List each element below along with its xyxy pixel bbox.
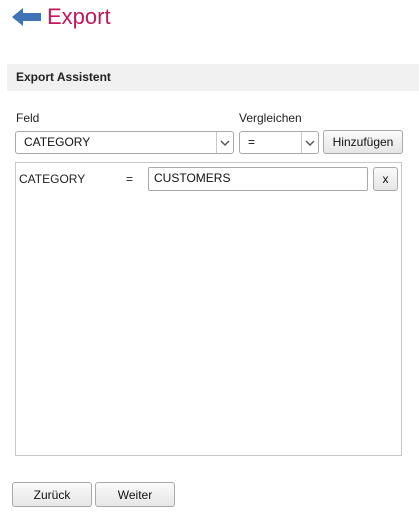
- add-button[interactable]: Hinzufügen: [323, 130, 403, 154]
- compare-select-value: =: [248, 135, 256, 149]
- condition-field: CATEGORY: [19, 172, 86, 186]
- next-button[interactable]: Weiter: [95, 482, 175, 507]
- field-select-value: CATEGORY: [24, 135, 91, 149]
- page-title: Export: [47, 4, 111, 29]
- back-button[interactable]: Zurück: [12, 482, 92, 507]
- section-title: Export Assistent: [16, 70, 111, 84]
- compare-label: Vergleichen: [239, 111, 302, 125]
- condition-value-input[interactable]: CUSTOMERS: [148, 167, 368, 191]
- conditions-panel: [15, 162, 402, 456]
- chevron-down-icon: [301, 132, 318, 153]
- field-label: Feld: [16, 111, 40, 125]
- condition-operator: =: [126, 172, 134, 186]
- back-arrow-icon[interactable]: [12, 8, 42, 26]
- chevron-down-icon: [216, 132, 233, 153]
- field-select[interactable]: CATEGORY: [15, 131, 234, 154]
- compare-select[interactable]: =: [239, 131, 319, 154]
- remove-condition-button[interactable]: x: [373, 167, 398, 191]
